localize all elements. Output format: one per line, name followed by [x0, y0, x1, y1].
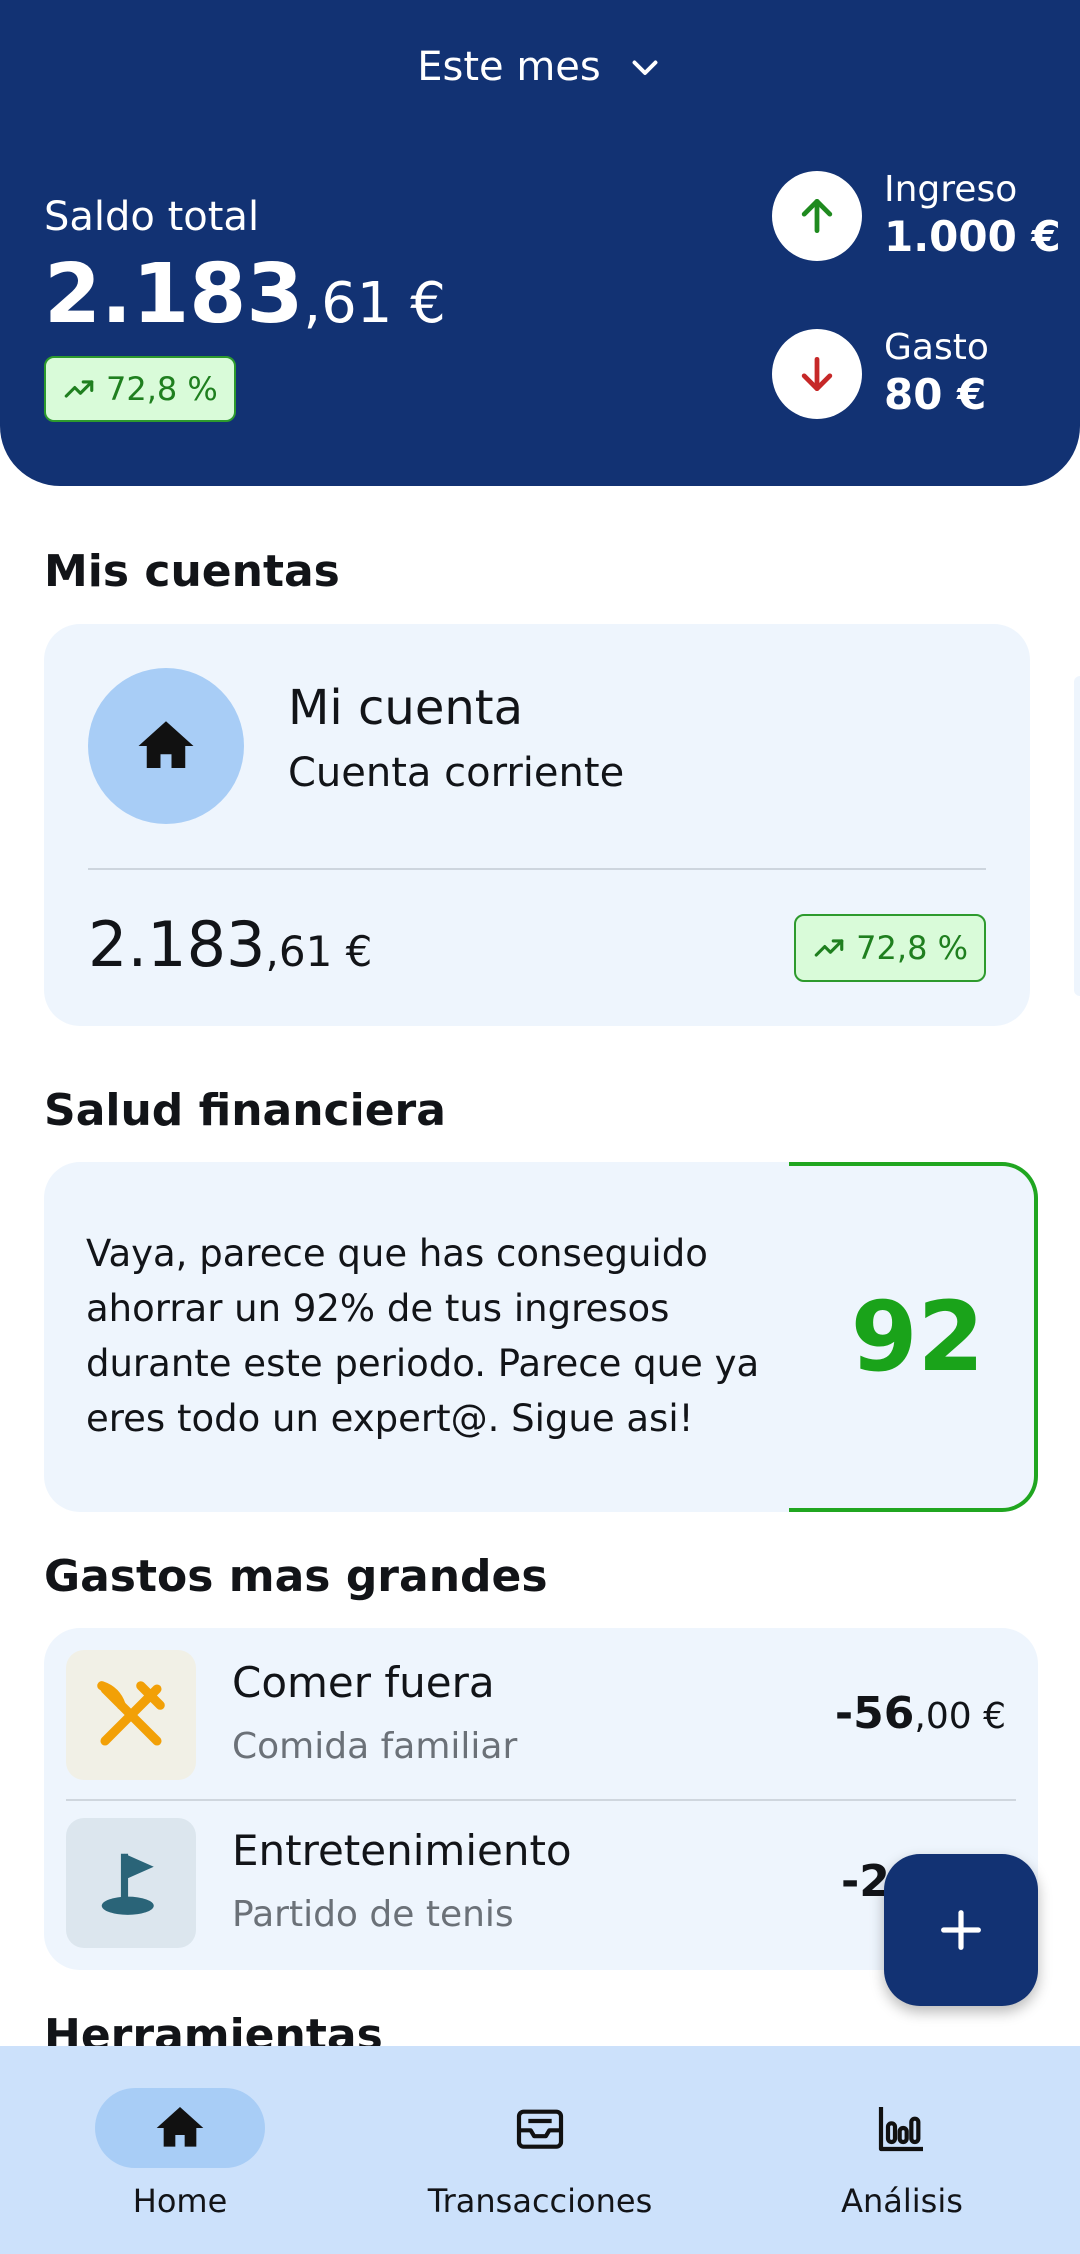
arrow-down-icon: [801, 356, 833, 391]
account-change-value: 72,8 %: [856, 929, 968, 967]
plus-icon: [941, 1910, 981, 1950]
expense-amount: -2: [841, 1856, 890, 1907]
balance-change-value: 72,8 %: [106, 370, 218, 408]
trending-up-icon: [64, 380, 94, 398]
account-avatar: [88, 668, 244, 824]
nav-home[interactable]: Home: [30, 2088, 330, 2220]
expense-subtitle: Comida familiar: [232, 1726, 518, 1767]
next-account-card-peek[interactable]: [1074, 676, 1080, 996]
expense-subtitle: Partido de tenis: [232, 1894, 514, 1935]
account-amount-int: 2.183: [88, 908, 266, 981]
balance-amount: 2.183,61 €: [44, 247, 446, 342]
utensils-icon: [97, 1681, 165, 1746]
balance-cents: ,61 €: [303, 271, 446, 336]
expense-circle: [772, 328, 862, 419]
bar-chart-icon: [878, 2107, 923, 2152]
expense-value: 80 €: [884, 370, 987, 420]
inbox-icon: [516, 2109, 564, 2149]
account-amount-cents: ,61 €: [265, 927, 373, 976]
home-icon: [156, 2107, 204, 2147]
nav-analysis-label: Análisis: [841, 2182, 963, 2220]
period-label: Este mes: [417, 44, 601, 90]
expense-title: Comer fuera: [232, 1658, 495, 1707]
expense-amount-int: -56: [834, 1688, 915, 1739]
balance-label: Saldo total: [44, 194, 260, 240]
health-score: 92: [850, 1281, 985, 1393]
expense-icon-bg: [66, 1650, 196, 1780]
nav-home-label: Home: [132, 2182, 228, 2220]
summary-header: Este mes Saldo total 2.183,61 € 72,8 % I…: [0, 0, 1080, 486]
expenses-title: Gastos mas grandes: [44, 1551, 548, 1602]
health-title: Salud financiera: [44, 1085, 446, 1136]
golf-flag-icon: [101, 1853, 154, 1915]
period-selector[interactable]: Este mes: [0, 44, 1080, 90]
expense-amount-int: -2: [841, 1856, 890, 1907]
health-message: Vaya, parece que has conseguido ahorrar …: [86, 1232, 760, 1440]
income-circle: [772, 170, 862, 261]
bottom-navigation: Home Transacciones Análisis: [0, 2046, 1080, 2254]
nav-transactions-pill: [455, 2088, 625, 2168]
home-icon: [138, 721, 194, 768]
income-label: Ingreso: [884, 169, 1018, 210]
balance-change-badge: 72,8 %: [44, 356, 236, 422]
income-value: 1.000 €: [884, 212, 1061, 262]
expense-amount-cents: ,00 €: [914, 1696, 1006, 1737]
balance-int: 2.183: [44, 247, 304, 342]
accounts-title: Mis cuentas: [44, 546, 340, 597]
nav-analysis-pill: [817, 2088, 987, 2168]
expense-summary[interactable]: Gasto 80 €: [772, 326, 989, 422]
trending-up-icon: [814, 939, 844, 957]
account-change-badge: 72,8 %: [794, 914, 986, 982]
income-summary[interactable]: Ingreso 1.000 €: [772, 168, 1061, 264]
account-amount: 2.183,61 €: [88, 908, 372, 981]
chevron-down-icon: [632, 60, 658, 75]
expense-icon-bg: [66, 1818, 196, 1948]
health-score-box: 92: [789, 1162, 1038, 1512]
nav-analysis[interactable]: Análisis: [752, 2088, 1052, 2220]
account-name: Mi cuenta: [288, 680, 524, 736]
arrow-up-icon: [801, 198, 833, 233]
account-divider: [88, 868, 986, 870]
add-transaction-button[interactable]: [884, 1854, 1038, 2006]
expense-label: Gasto: [884, 327, 989, 368]
account-card[interactable]: Mi cuenta Cuenta corriente 2.183,61 € 72…: [44, 624, 1030, 1026]
expense-row[interactable]: Comer fuera Comida familiar -56,00 €: [44, 1628, 1038, 1796]
account-type: Cuenta corriente: [288, 750, 625, 796]
nav-transactions-label: Transacciones: [427, 2182, 653, 2220]
nav-home-pill: [95, 2088, 265, 2168]
home-screen: Este mes Saldo total 2.183,61 € 72,8 % I…: [0, 0, 1080, 2254]
expense-title: Entretenimiento: [232, 1826, 572, 1875]
expense-amount: -56,00 €: [835, 1688, 1006, 1739]
nav-transactions[interactable]: Transacciones: [390, 2088, 690, 2220]
financial-health-card[interactable]: Vaya, parece que has conseguido ahorrar …: [44, 1162, 1038, 1512]
